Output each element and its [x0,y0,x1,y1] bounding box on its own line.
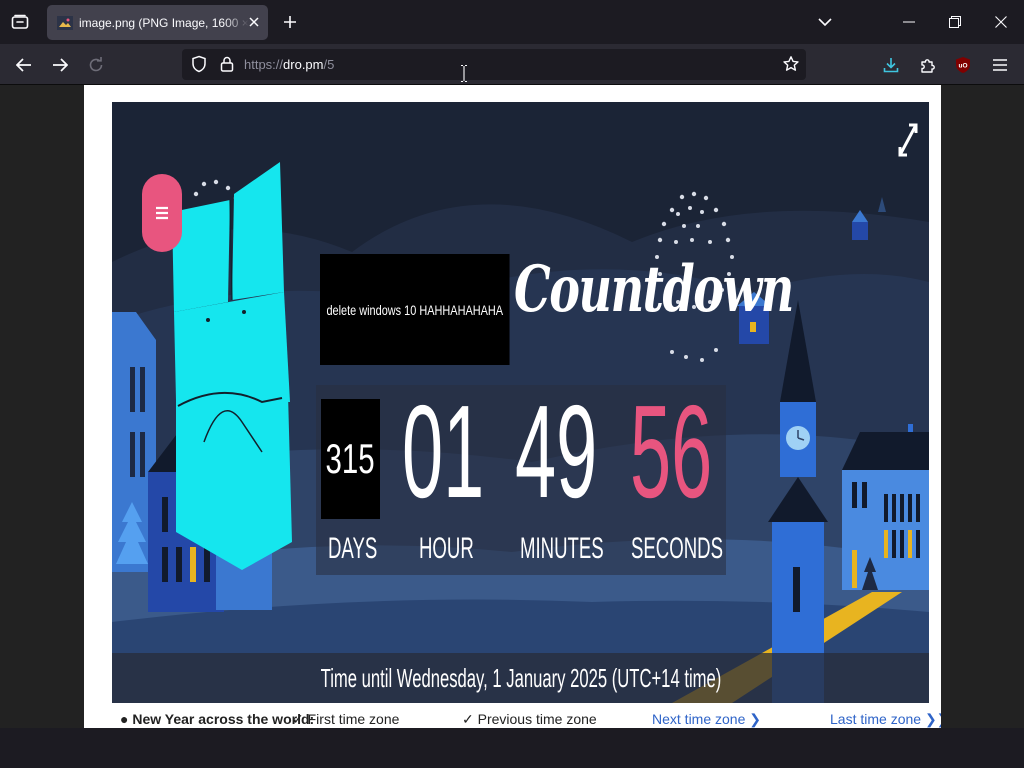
firefox-view-icon [11,14,29,29]
windows-logo-drawing [172,162,292,570]
image-page: delete windows 10 HAHHAHAHAHA Countdown … [84,85,941,728]
new-year-label: New Year across the world: [132,711,315,727]
menu-fab-button[interactable] [142,174,182,252]
timezone-navigation: ● New Year across the world: ✓ First tim… [112,711,941,728]
time-until-text: Time until Wednesday, 1 January 2025 (UT… [320,662,721,693]
firefox-view-button[interactable] [6,9,34,35]
next-time-zone-link[interactable]: Next time zone ❯ [652,711,761,728]
ublock-shield-icon: uO [956,57,970,73]
minutes-value: 49 [515,378,598,525]
active-tab[interactable]: image.png (PNG Image, 1600 × 900 pixels) [47,5,268,40]
countdown-image: delete windows 10 HAHHAHAHAHA Countdown … [112,102,929,703]
image-favicon-icon [57,15,73,30]
close-icon [995,16,1007,28]
app-menu-button[interactable] [985,50,1015,80]
globe-label: ● New Year across the world: [120,711,315,727]
navigation-toolbar: https://dro.pm/5 uO [0,44,1024,85]
hamburger-icon [156,206,168,220]
taskbar-area [0,728,1024,768]
restore-button[interactable] [932,0,978,44]
tab-title: image.png (PNG Image, 1600 × 900 pixels) [79,15,249,30]
reload-icon [89,57,103,72]
back-button[interactable] [9,50,39,80]
url-bar[interactable]: https://dro.pm/5 [182,49,806,80]
reload-button[interactable] [81,50,111,80]
svg-text:uO: uO [958,63,967,70]
chevron-down-icon [818,17,832,26]
url-text[interactable]: https://dro.pm/5 [244,57,334,72]
days-label: DAYS [328,532,378,565]
hours-value: 01 [402,378,485,525]
forward-arrow-icon [53,58,68,72]
back-arrow-icon [16,58,31,72]
footer-band: Time until Wednesday, 1 January 2025 (UT… [112,653,929,703]
tab-bar: image.png (PNG Image, 1600 × 900 pixels) [0,0,1024,44]
minutes-label: MINUTES [520,532,604,565]
new-tab-button[interactable] [278,10,302,34]
tracking-protection-shield-icon[interactable] [190,55,208,73]
expand-fullscreen-icon[interactable] [897,122,919,158]
message-label: delete windows 10 HAHHAHAHAHA [320,254,510,365]
url-path: /5 [323,57,335,72]
days-value: 315 [321,399,380,519]
seconds-label: SECONDS [631,532,723,565]
forward-button[interactable] [45,50,75,80]
first-time-zone-link[interactable]: ✓ First time zone [292,711,399,728]
minimize-button[interactable] [886,0,932,44]
url-scheme: https:// [244,57,284,72]
days-number: 315 [325,435,376,482]
bookmark-star-icon[interactable] [782,55,800,73]
hours-label: HOUR [419,532,474,565]
restore-icon [949,16,961,28]
text-cursor-icon [461,65,467,82]
lock-icon[interactable] [218,55,236,73]
minimize-icon [903,21,915,23]
hamburger-menu-icon [993,59,1007,71]
download-icon [883,58,899,73]
extensions-button[interactable] [913,50,943,80]
plus-icon [284,16,296,28]
close-window-button[interactable] [978,0,1024,44]
last-time-zone-link[interactable]: Last time zone ❯❯ [830,711,941,728]
page-viewport: delete windows 10 HAHHAHAHAHA Countdown … [0,85,1024,728]
url-host: dro.pm [283,57,324,72]
puzzle-piece-icon [921,59,935,73]
list-all-tabs-button[interactable] [813,10,837,34]
ublock-origin-button[interactable]: uO [948,50,978,80]
tab-close-icon[interactable] [246,14,262,30]
countdown-title: Countdown [514,252,794,327]
previous-time-zone-link[interactable]: ✓ Previous time zone [462,711,597,728]
seconds-value: 56 [630,378,713,525]
downloads-button[interactable] [876,50,906,80]
